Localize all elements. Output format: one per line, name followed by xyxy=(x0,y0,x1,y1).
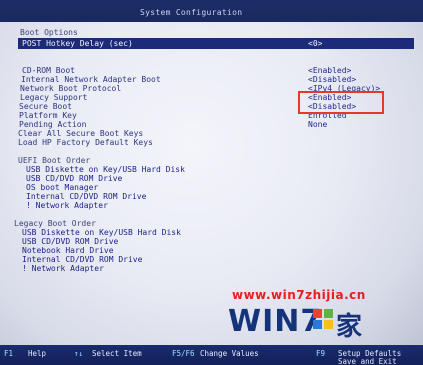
f5f6-key: F5/F6 xyxy=(172,349,195,358)
uefi-boot-item[interactable]: ! Network Adapter xyxy=(26,201,108,211)
windows-flag-icon xyxy=(313,309,333,329)
f5f6-label: Change Values xyxy=(200,349,259,358)
watermark-url: www.win7zhijia.cn xyxy=(232,288,366,302)
watermark-logo-text: WIN7 xyxy=(228,304,323,339)
watermark-logo-suffix: 家 xyxy=(336,312,363,342)
selected-setting-row[interactable]: POST Hotkey Delay (sec) <0> xyxy=(18,38,414,49)
selected-setting-label: POST Hotkey Delay (sec) xyxy=(22,39,133,48)
action-load-hp-factory-keys[interactable]: Load HP Factory Default Keys xyxy=(18,138,153,148)
section-header: Boot Options xyxy=(20,28,78,37)
f1-label: Help xyxy=(28,349,47,358)
legacy-boot-item[interactable]: ! Network Adapter xyxy=(22,264,104,274)
watermark-logo: WIN7 家 xyxy=(228,304,418,344)
bios-screen: System Configuration Boot Options POST H… xyxy=(0,0,423,365)
f10-label: Save and Exit xyxy=(338,357,397,365)
f1-key: F1 xyxy=(4,349,14,358)
title-bar: System Configuration xyxy=(0,0,423,22)
key-help-bar: F1 Help ↑↓ Select Item F5/F6 Change Valu… xyxy=(0,345,423,365)
nav-label: Select Item xyxy=(92,349,142,358)
nav-key: ↑↓ xyxy=(74,349,84,358)
highlight-annotation-box xyxy=(298,91,384,114)
selected-setting-value[interactable]: <0> xyxy=(308,38,322,49)
f9-key: F9 xyxy=(316,349,326,358)
setting-pending-action-value: None xyxy=(308,120,328,129)
window-title: System Configuration xyxy=(140,8,243,17)
